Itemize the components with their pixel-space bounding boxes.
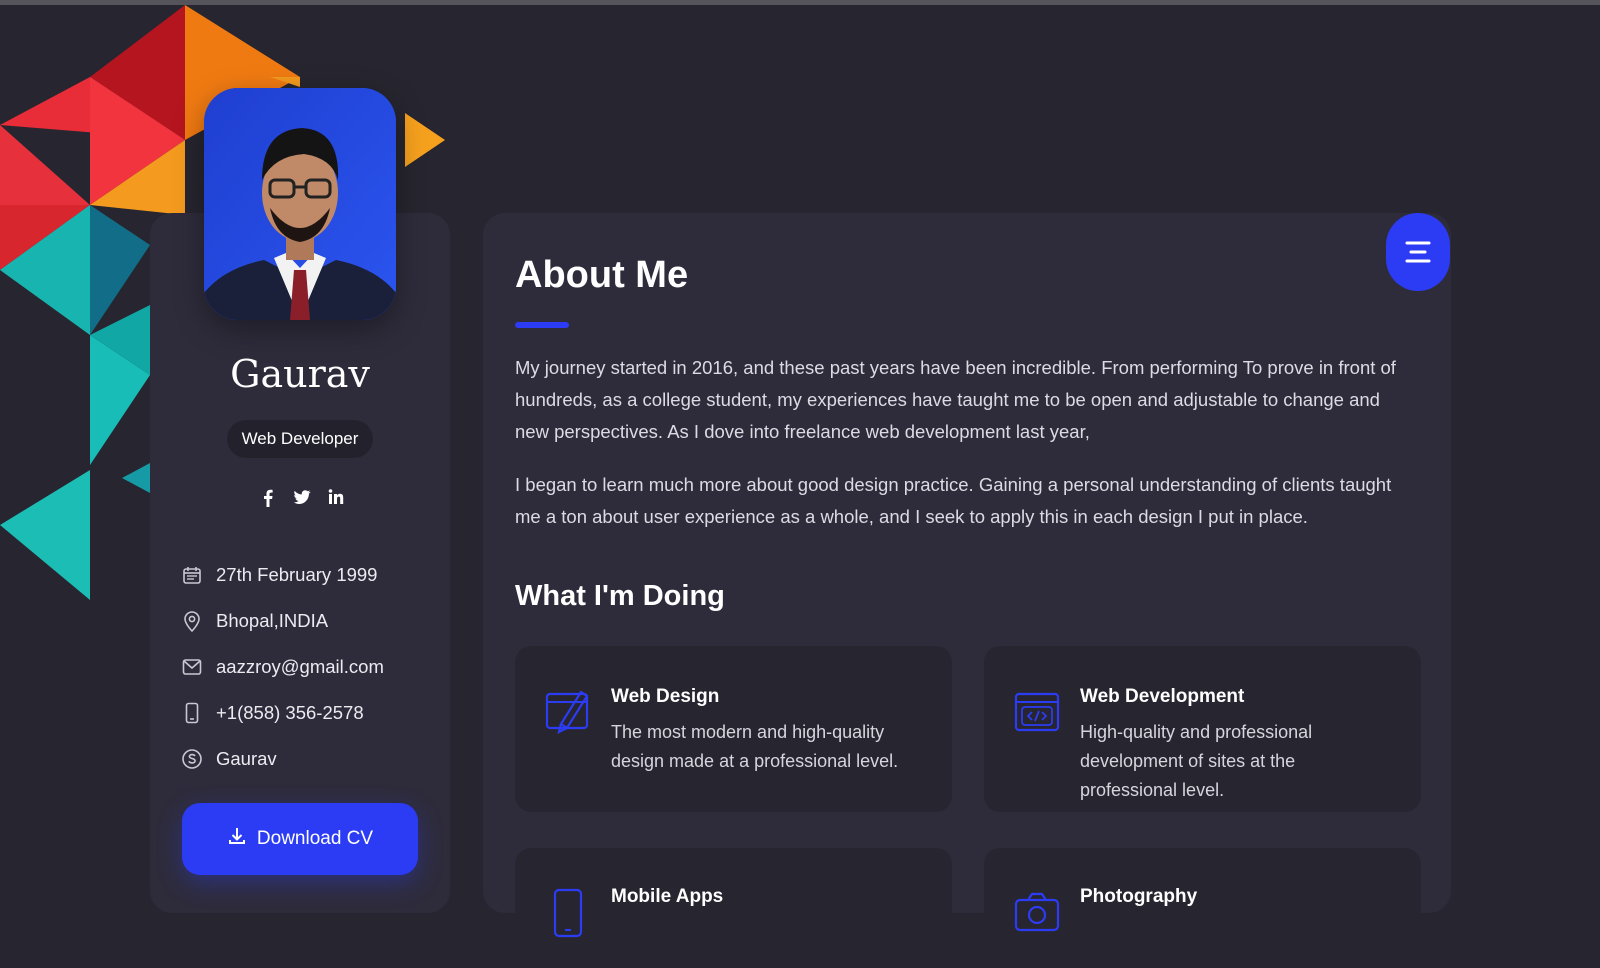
- download-icon: [227, 826, 247, 852]
- calendar-icon: [180, 563, 204, 587]
- service-card-web-development: Web Development High-quality and profess…: [984, 646, 1421, 812]
- location-text: Bhopal,INDIA: [216, 610, 329, 631]
- birthday-text: 27th February 1999: [216, 564, 378, 585]
- service-title: Web Design: [611, 686, 720, 707]
- location-pin-icon: [180, 609, 204, 633]
- service-title: Mobile Apps: [611, 886, 724, 907]
- contact-birthday: 27th February 1999: [180, 552, 384, 598]
- social-links: [258, 487, 346, 507]
- title-underline: [515, 322, 569, 328]
- twitter-icon[interactable]: [292, 487, 312, 507]
- contact-info-list: 27th February 1999 Bhopal,INDIA aazzroy@…: [180, 552, 384, 782]
- service-description: The most modern and high-quality design …: [611, 722, 899, 771]
- page-title: About Me: [515, 254, 689, 296]
- section-title-what-im-doing: What I'm Doing: [515, 580, 725, 612]
- download-cv-label: Download CV: [256, 828, 374, 849]
- profile-photo: [204, 88, 396, 320]
- profile-name: Gaurav: [230, 352, 370, 396]
- about-paragraph-1: My journey started in 2016, and these pa…: [515, 357, 1396, 442]
- profile-role-badge: Web Developer: [227, 420, 373, 458]
- service-card-mobile-apps: Mobile Apps: [515, 848, 952, 968]
- mail-icon: [180, 655, 204, 679]
- phone-icon: [180, 701, 204, 725]
- menu-toggle-button[interactable]: [1386, 213, 1450, 291]
- contact-phone: +1(858) 356-2578: [180, 690, 384, 736]
- service-title: Web Development: [1080, 686, 1245, 707]
- service-title: Photography: [1080, 886, 1198, 907]
- hamburger-menu-icon: [1405, 241, 1431, 263]
- service-card-web-design: Web Design The most modern and high-qual…: [515, 646, 952, 812]
- about-paragraph-2: I began to learn much more about good de…: [515, 474, 1392, 527]
- contact-location: Bhopal,INDIA: [180, 598, 384, 644]
- service-description: High-quality and professional developmen…: [1080, 722, 1313, 800]
- linkedin-icon[interactable]: [326, 487, 346, 507]
- web-development-icon: [1014, 692, 1060, 732]
- facebook-icon[interactable]: [258, 487, 278, 507]
- skype-text: Gaurav: [216, 748, 277, 769]
- mobile-apps-icon: [553, 888, 583, 938]
- contact-email: aazzroy@gmail.com: [180, 644, 384, 690]
- email-text[interactable]: aazzroy@gmail.com: [216, 656, 384, 678]
- web-design-icon: [545, 690, 589, 735]
- phone-text[interactable]: +1(858) 356-2578: [216, 702, 364, 724]
- contact-skype: Gaurav: [180, 736, 384, 782]
- skype-icon: [180, 747, 204, 771]
- download-cv-button[interactable]: Download CV: [182, 803, 418, 875]
- photography-icon: [1014, 892, 1060, 932]
- service-card-photography: Photography: [984, 848, 1421, 968]
